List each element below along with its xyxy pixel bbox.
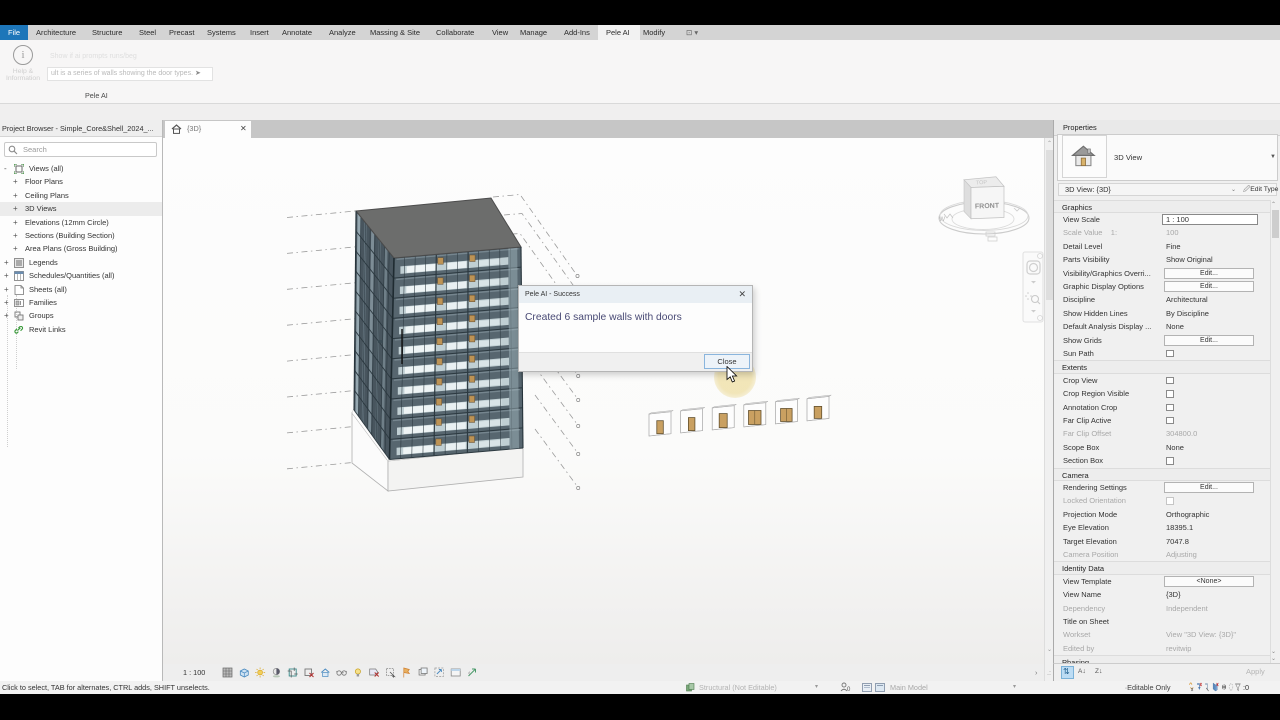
svg-text:0: 0 [847,687,851,692]
svg-text:FRONT: FRONT [975,203,1000,211]
svg-text:TOP: TOP [976,180,988,187]
svg-text:W: W [939,216,946,223]
